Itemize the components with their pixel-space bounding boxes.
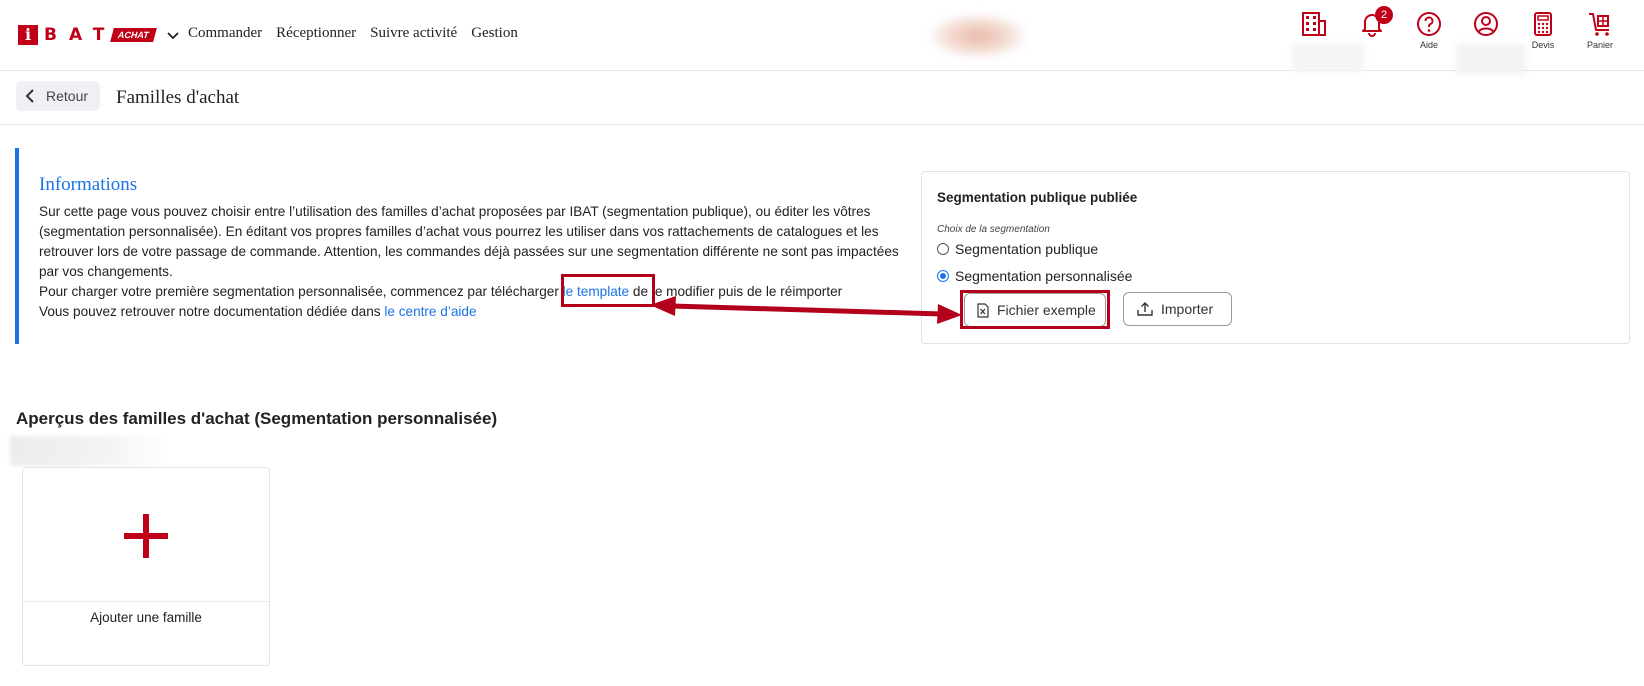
- plus-icon: [124, 514, 168, 558]
- information-paragraph: Sur cette page vous pouvez choisir entre…: [39, 204, 899, 279]
- main-nav: Commander Réceptionner Suivre activité G…: [188, 25, 518, 42]
- back-button[interactable]: Retour: [16, 81, 100, 111]
- help-center-link[interactable]: le centre d’aide: [384, 304, 476, 319]
- nav-suivre-activite[interactable]: Suivre activité: [370, 25, 457, 42]
- top-bar: i BAT ACHAT Commander Réceptionner Suivr…: [0, 0, 1644, 74]
- help-line-text: Vous pouvez retrouver notre documentatio…: [39, 304, 385, 319]
- import-button[interactable]: Importer: [1123, 292, 1232, 326]
- help-button[interactable]: Aide: [1404, 10, 1454, 60]
- logo-text: BAT: [44, 25, 117, 45]
- quotes-label: Devis: [1531, 40, 1555, 50]
- information-title: Informations: [39, 174, 138, 195]
- excel-file-icon: [977, 302, 989, 318]
- information-text: Sur cette page vous pouvez choisir entre…: [39, 202, 909, 322]
- notification-count-badge: 2: [1375, 6, 1393, 24]
- cart-label: Panier: [1586, 40, 1613, 50]
- building-icon: [1302, 12, 1326, 36]
- quotes-button[interactable]: Devis: [1518, 10, 1568, 60]
- upload-icon: [1137, 302, 1153, 316]
- information-help-line: Vous pouvez retrouver notre documentatio…: [39, 302, 909, 322]
- nav-gestion[interactable]: Gestion: [471, 25, 518, 42]
- segmentation-panel: Segmentation publique publiée Choix de l…: [921, 171, 1630, 344]
- back-label: Retour: [46, 88, 89, 104]
- company-button[interactable]: [1289, 10, 1339, 60]
- template-link[interactable]: le template: [563, 284, 630, 299]
- example-file-button[interactable]: Fichier exemple: [964, 293, 1106, 327]
- information-panel: Informations Sur cette page vous pouvez …: [15, 148, 899, 344]
- information-template-line: Pour charger votre première segmentation…: [39, 282, 909, 302]
- radio-label: Segmentation personnalisée: [955, 268, 1133, 284]
- logo-letter: i: [18, 25, 38, 45]
- help-label: Aide: [1419, 40, 1438, 50]
- page-title: Familles d'achat: [116, 87, 240, 108]
- import-label: Importer: [1161, 301, 1214, 317]
- chevron-left-icon: [25, 89, 34, 103]
- user-icon: [1474, 12, 1498, 36]
- blurred-company-logo: [930, 14, 1026, 58]
- radio-button[interactable]: [937, 243, 949, 255]
- example-file-label: Fichier exemple: [997, 302, 1096, 318]
- nav-commander[interactable]: Commander: [188, 25, 262, 42]
- radio-segmentation-publique[interactable]: Segmentation publique: [937, 241, 1098, 257]
- template-line-text-end: de le modifier puis de le réimporter: [629, 284, 843, 299]
- cart-icon: [1589, 13, 1609, 36]
- account-button[interactable]: [1461, 10, 1511, 60]
- segmentation-title: Segmentation publique publiée: [937, 190, 1138, 205]
- template-line-text: Pour charger votre première segmentation…: [39, 284, 563, 299]
- blurred-content: [10, 436, 170, 466]
- add-family-card[interactable]: Ajouter une famille: [22, 467, 270, 666]
- radio-button-selected[interactable]: [937, 270, 949, 282]
- add-family-label: Ajouter une famille: [90, 610, 202, 625]
- notifications-button[interactable]: 2: [1347, 6, 1397, 60]
- ibat-logo[interactable]: i BAT ACHAT: [18, 25, 181, 45]
- radio-segmentation-personnalisee[interactable]: Segmentation personnalisée: [937, 268, 1132, 284]
- calculator-icon: [1534, 12, 1552, 36]
- cart-button[interactable]: Panier: [1575, 10, 1625, 60]
- radio-label: Segmentation publique: [955, 241, 1099, 257]
- page-subheader: Retour Familles d'achat: [0, 71, 1644, 125]
- add-family-icon-area: [23, 468, 269, 602]
- chevron-down-icon[interactable]: [165, 27, 181, 43]
- segmentation-subtitle: Choix de la segmentation: [937, 224, 1050, 235]
- nav-receptionner[interactable]: Réceptionner: [276, 25, 356, 42]
- help-icon: [1417, 12, 1441, 36]
- families-section-title: Aperçus des familles d'achat (Segmentati…: [16, 409, 498, 428]
- logo-badge: ACHAT: [110, 28, 158, 42]
